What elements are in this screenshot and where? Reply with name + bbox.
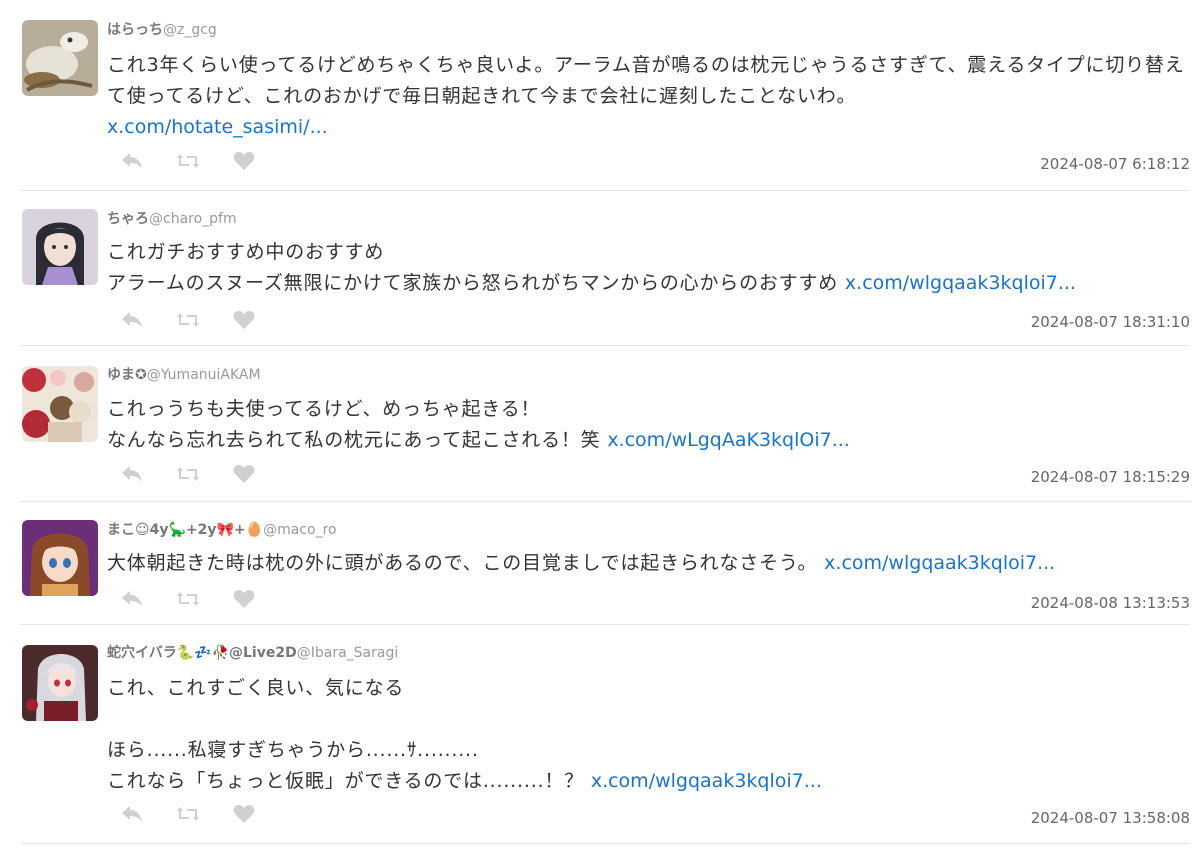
timestamp[interactable]: 2024-08-08 13:13:53 (1031, 594, 1190, 612)
avatar[interactable] (22, 645, 98, 721)
user-name[interactable]: 蛇穴イバラ🐍💤🥀@Live2D (107, 645, 297, 661)
tweet-text: これ、これすごく良い、気になる ほら......私寝すぎちゃうから......ｻ… (107, 673, 1190, 797)
tweet-text: 大体朝起きた時は枕の外に頭があるので、この目覚ましでは起きられなさそう。 x.c… (107, 548, 1190, 579)
tweet-link[interactable]: x.com/hotate_sasimi/... (107, 116, 328, 138)
user-handle[interactable]: @z_gcg (163, 22, 217, 38)
tweet-header: ゆま✪@YumanuiAKAM (107, 364, 261, 384)
user-handle[interactable]: @YumanuiAKAM (147, 367, 261, 383)
retweet-icon[interactable] (175, 803, 201, 825)
user-handle[interactable]: @maco_ro (263, 522, 337, 538)
avatar[interactable] (22, 20, 98, 96)
tweet-body: これ、これすごく良い、気になる ほら......私寝すぎちゃうから......ｻ… (107, 677, 584, 792)
retweet-icon[interactable] (175, 309, 201, 331)
tweet-link[interactable]: x.com/wlgqaak3kqloi7... (845, 272, 1076, 294)
tweet-header: ちゃろ@charo_pfm (107, 208, 237, 228)
tweet-header: まこ☺4y🦕+2y🎀+🥚@maco_ro (107, 519, 337, 539)
tweet-actions (119, 309, 257, 331)
tweet-body: これ3年くらい使ってるけどめちゃくちゃ良いよ。アーラム音が鳴るのは枕元じゃうるさ… (107, 54, 1185, 107)
tweet-actions (119, 588, 257, 610)
retweet-icon[interactable] (175, 588, 201, 610)
reply-icon[interactable] (119, 150, 145, 172)
heart-icon[interactable] (231, 803, 257, 825)
user-handle[interactable]: @charo_pfm (149, 211, 237, 227)
tweet-link[interactable]: x.com/wLgqAaK3kqlOi7... (607, 429, 849, 451)
reply-icon[interactable] (119, 803, 145, 825)
tweet-link[interactable]: x.com/wlgqaak3kqloi7... (824, 552, 1055, 574)
avatar[interactable] (22, 209, 98, 285)
tweet-text: これ3年くらい使ってるけどめちゃくちゃ良いよ。アーラム音が鳴るのは枕元じゃうるさ… (107, 50, 1190, 143)
tweet-actions (119, 150, 257, 172)
heart-icon[interactable] (231, 463, 257, 485)
tweet-body: これっうちも夫使ってるけど、めっちゃ起きる！ なんなら忘れ去られて私の枕元にあっ… (107, 398, 601, 451)
tweet-actions (119, 803, 257, 825)
user-handle[interactable]: @Ibara_Saragi (297, 645, 399, 661)
tweet-link[interactable]: x.com/wlgqaak3kqloi7... (591, 770, 822, 792)
tweet-item: ちゃろ@charo_pfm これガチおすすめ中のおすすめ アラームのスヌーズ無限… (20, 191, 1190, 346)
tweet-feed: はらっち@z_gcg これ3年くらい使ってるけどめちゃくちゃ良いよ。アーラム音が… (0, 0, 1200, 844)
retweet-icon[interactable] (175, 150, 201, 172)
tweet-text: これっうちも夫使ってるけど、めっちゃ起きる！ なんなら忘れ去られて私の枕元にあっ… (107, 394, 1190, 456)
tweet-item: 蛇穴イバラ🐍💤🥀@Live2D@Ibara_Saragi これ、これすごく良い、… (20, 625, 1190, 844)
tweet-text: これガチおすすめ中のおすすめ アラームのスヌーズ無限にかけて家族から怒られがちマ… (107, 237, 1190, 299)
avatar[interactable] (22, 366, 98, 442)
timestamp[interactable]: 2024-08-07 13:58:08 (1031, 809, 1190, 827)
user-name[interactable]: ちゃろ (107, 211, 149, 227)
tweet-body: これガチおすすめ中のおすすめ アラームのスヌーズ無限にかけて家族から怒られがちマ… (107, 241, 839, 294)
user-name[interactable]: ゆま✪ (107, 367, 147, 383)
tweet-item: ゆま✪@YumanuiAKAM これっうちも夫使ってるけど、めっちゃ起きる！ な… (20, 346, 1190, 502)
reply-icon[interactable] (119, 309, 145, 331)
tweet-item: まこ☺4y🦕+2y🎀+🥚@maco_ro 大体朝起きた時は枕の外に頭があるので、… (20, 502, 1190, 625)
avatar[interactable] (22, 520, 98, 596)
heart-icon[interactable] (231, 588, 257, 610)
tweet-header: はらっち@z_gcg (107, 19, 217, 39)
timestamp[interactable]: 2024-08-07 18:31:10 (1031, 313, 1190, 331)
tweet-actions (119, 463, 257, 485)
tweet-body: 大体朝起きた時は枕の外に頭があるので、この目覚ましでは起きられなさそう。 (107, 552, 825, 574)
timestamp[interactable]: 2024-08-07 18:15:29 (1031, 468, 1190, 486)
retweet-icon[interactable] (175, 463, 201, 485)
tweet-item: はらっち@z_gcg これ3年くらい使ってるけどめちゃくちゃ良いよ。アーラム音が… (20, 0, 1190, 191)
heart-icon[interactable] (231, 309, 257, 331)
reply-icon[interactable] (119, 588, 145, 610)
heart-icon[interactable] (231, 150, 257, 172)
user-name[interactable]: まこ☺4y🦕+2y🎀+🥚 (107, 522, 263, 538)
user-name[interactable]: はらっち (107, 22, 163, 38)
reply-icon[interactable] (119, 463, 145, 485)
timestamp[interactable]: 2024-08-07 6:18:12 (1040, 155, 1190, 173)
tweet-header: 蛇穴イバラ🐍💤🥀@Live2D@Ibara_Saragi (107, 642, 398, 662)
